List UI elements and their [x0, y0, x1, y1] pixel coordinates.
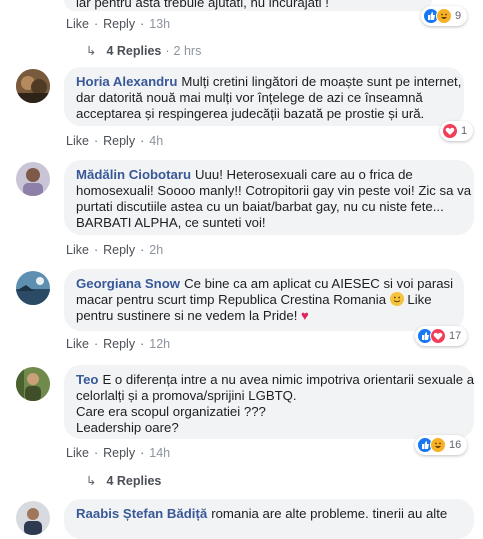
comment-text-line: Uuu! Heterosexuali care au o frica de: [195, 167, 413, 182]
avatar[interactable]: [16, 162, 50, 196]
comment-actions: Like · Reply · 4h: [66, 134, 164, 148]
love-reaction-icon: [430, 328, 446, 344]
comment-time[interactable]: 4h: [149, 134, 163, 148]
reply-link[interactable]: Reply: [103, 134, 135, 148]
author-name[interactable]: Raabis Ștefan Bădiță: [76, 506, 207, 521]
view-replies-link[interactable]: ↳ 4 Replies: [86, 473, 161, 489]
like-link[interactable]: Like: [66, 337, 89, 351]
reaction-summary[interactable]: 9: [421, 6, 468, 26]
reply-link[interactable]: Reply: [103, 17, 135, 31]
reply-link[interactable]: Reply: [103, 446, 135, 460]
view-replies-link[interactable]: ↳ 4 Replies · 2 hrs: [86, 43, 201, 59]
author-name[interactable]: Horia Alexandru: [76, 74, 177, 89]
smiling-face-emoji-icon: [389, 292, 404, 306]
comment-bubble: iar pentru asta trebuie ajutati, nu incu…: [64, 0, 432, 11]
comment-bubble: Georgiana Snow Ce bine ca am aplicat cu A…: [64, 269, 464, 331]
avatar[interactable]: [16, 69, 50, 103]
comment-text-line: acceptarea și respingerea judecății baza…: [76, 106, 425, 121]
comment-text-line: E o diferența intre a nu avea nimic impo…: [102, 372, 475, 387]
comment-actions: Like · Reply · 14h: [66, 446, 171, 460]
comment-text-line: pentru sustinere si ne vedem la Pride!: [76, 308, 298, 323]
reaction-summary[interactable]: 16: [415, 435, 468, 455]
reply-arrow-icon: ↳: [86, 44, 97, 58]
author-name[interactable]: Mădălin Ciobotaru: [76, 167, 191, 182]
reply-arrow-icon: ↳: [86, 474, 97, 488]
comment-bubble: Teo E o diferența intre a nu avea nimic i…: [64, 365, 474, 439]
comment-text-line: BARBATI ALPHA, ce sunteti voi!: [76, 215, 266, 230]
comment-text-line: purtati discutiile astea cu un baiat/bar…: [76, 199, 444, 214]
comment-time[interactable]: 2h: [149, 243, 163, 257]
comment-text-line: macar pentru scurt timp Republica Cresti…: [76, 292, 387, 307]
like-link[interactable]: Like: [66, 134, 89, 148]
comment-text-line: Like: [407, 292, 432, 307]
reaction-summary[interactable]: 17: [415, 326, 468, 346]
comment-text-line: Ce bine ca am aplicat cu AIESEC si voi p…: [184, 276, 454, 291]
reaction-count: 17: [449, 330, 462, 342]
reply-link[interactable]: Reply: [103, 337, 135, 351]
heart-emoji-icon: ♥: [301, 308, 309, 323]
comment-actions: Like · Reply · 12h: [66, 337, 171, 351]
like-link[interactable]: Like: [66, 446, 89, 460]
comment-time[interactable]: 13h: [149, 17, 170, 31]
replies-label[interactable]: 4 Replies: [106, 474, 161, 488]
comment-time[interactable]: 14h: [149, 446, 170, 460]
replies-time: 2 hrs: [173, 44, 202, 58]
love-reaction-icon: [442, 123, 458, 139]
comment-text-line: homosexuali! Soooo manly!! Cotropitorii …: [76, 183, 472, 198]
reaction-count: 1: [461, 125, 468, 137]
avatar[interactable]: [16, 271, 50, 305]
comment-actions: Like · Reply · 13h: [66, 17, 171, 31]
comment-text-line: Leadership oare?: [76, 420, 179, 435]
comment-text-line: dar datorită nouă mai mulți vor înțelege…: [76, 90, 423, 105]
comment-actions: Like · Reply · 2h: [66, 243, 164, 257]
comment-text-line: celorlalți și a promova/sprijini LGBTQ.: [76, 388, 297, 403]
replies-separator: ·: [165, 44, 170, 58]
comment-bubble: Raabis Ștefan Bădiță romania are alte pro…: [64, 499, 474, 539]
reply-link[interactable]: Reply: [103, 243, 135, 257]
comment-bubble: Mădălin Ciobotaru Uuu! Heterosexuali care…: [64, 160, 474, 235]
avatar[interactable]: [16, 501, 50, 535]
author-name[interactable]: Teo: [76, 372, 98, 387]
comment-text-line: Mulți cretini lingători de moaște sunt p…: [181, 74, 462, 89]
comment-text-line: Care era scopul organizatiei ???: [76, 404, 266, 419]
haha-reaction-icon: [430, 437, 446, 453]
like-link[interactable]: Like: [66, 243, 89, 257]
reaction-count: 9: [455, 10, 462, 22]
comment-text-line: iar pentru asta trebuie ajutati, nu incu…: [76, 0, 329, 10]
comments-feed: iar pentru asta trebuie ajutati, nu incu…: [0, 0, 483, 539]
replies-label[interactable]: 4 Replies: [106, 44, 161, 58]
haha-reaction-icon: [436, 8, 452, 24]
reaction-summary[interactable]: 1: [440, 121, 474, 141]
comment-time[interactable]: 12h: [149, 337, 170, 351]
author-name[interactable]: Georgiana Snow: [76, 276, 180, 291]
comment-text-line: romania are alte probleme. tinerii au al…: [211, 506, 448, 521]
avatar[interactable]: [16, 367, 50, 401]
comment-bubble: Horia Alexandru Mulți cretini lingători d…: [64, 67, 464, 126]
like-link[interactable]: Like: [66, 17, 89, 31]
reaction-count: 16: [449, 439, 462, 451]
